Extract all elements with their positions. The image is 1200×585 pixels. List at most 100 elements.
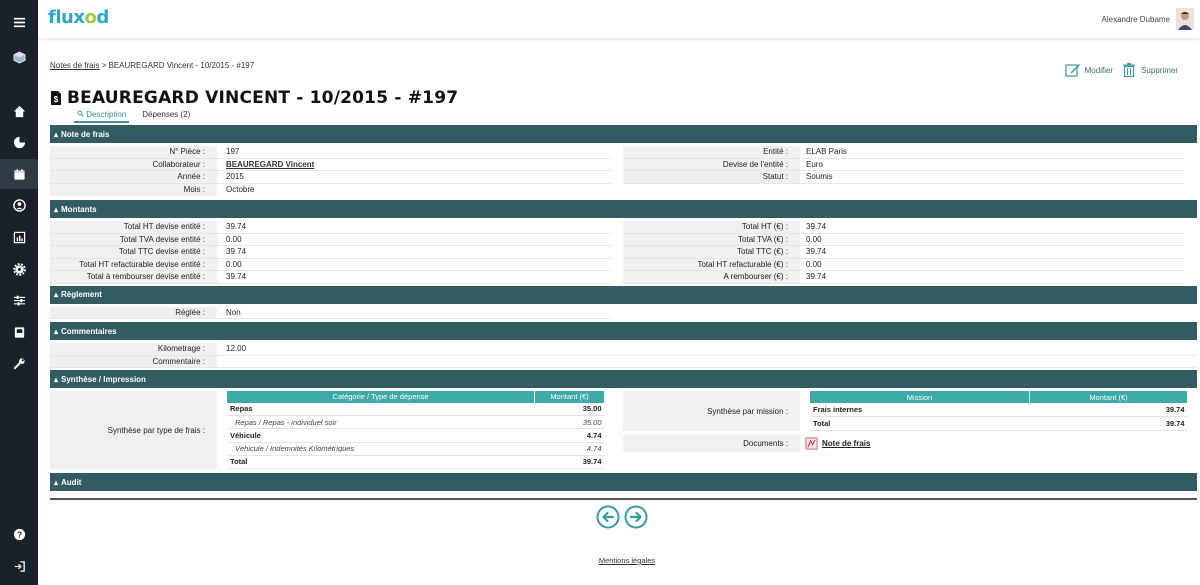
cube-icon[interactable]: [0, 42, 38, 72]
field-value: 197: [226, 147, 240, 157]
table-cell: Repas / Repas - individuel soir: [227, 415, 535, 430]
wrench-icon[interactable]: [0, 348, 38, 378]
section-comments: Kilometrage : 12.00 Commentaire :: [50, 340, 1197, 370]
trash-icon: [1123, 63, 1136, 78]
field-label: Statut :: [623, 171, 800, 183]
field-row: Total à rembourser devise entité : 39.74: [50, 271, 611, 284]
field-label: Année :: [50, 171, 217, 183]
field-label: Total HT (€) :: [623, 221, 800, 233]
breadcrumb-current: BEAUREGARD Vincent - 10/2015 - #197: [108, 61, 255, 70]
record-navigation: [596, 505, 648, 529]
field-value: ELAB Paris: [806, 147, 847, 157]
field-row: Total HT refacturable (€) : 0.00: [623, 258, 1184, 271]
section-header-comments[interactable]: ▴ Commentaires: [50, 322, 1197, 340]
user-circle-icon[interactable]: [0, 190, 38, 220]
field-row: Total TVA (€) : 0.00: [623, 233, 1184, 246]
table-cell: Frais internes: [810, 403, 1030, 418]
page-title: BEAUREGARD VINCENT - 10/2015 - #197: [67, 88, 459, 108]
field-label: Total TTC devise entité :: [50, 246, 217, 258]
edit-button[interactable]: Modifier: [1065, 62, 1113, 78]
home-icon[interactable]: [0, 96, 38, 126]
table-cell: 39.74: [534, 455, 605, 470]
field-row: Total TTC devise entité : 39.74: [50, 246, 611, 259]
table-row: Total 39.74: [810, 416, 1188, 431]
caret-up-icon: ▴: [54, 204, 59, 214]
section-header-amounts[interactable]: ▴ Montants: [50, 200, 1197, 218]
delete-button[interactable]: Supprimer: [1121, 62, 1178, 78]
field-row: Devise de l'entité : Euro: [623, 158, 1184, 171]
field-label: Total TVA devise entité :: [50, 233, 217, 245]
table-cell: 39.74: [1029, 416, 1188, 431]
section-header-audit[interactable]: ▴ Audit: [50, 473, 1197, 491]
table-cell: 35.00: [534, 415, 605, 430]
field-label: Entité :: [623, 146, 800, 158]
caret-up-icon: ▴: [54, 477, 59, 487]
field-row: Mois : Octobre: [50, 183, 611, 196]
documents-label: Documents :: [623, 435, 800, 452]
app-logo[interactable]: fluxod: [48, 7, 109, 28]
svg-text:$: $: [54, 95, 59, 104]
section-header-note[interactable]: ▴ Note de frais: [50, 125, 1197, 143]
section-title-synthesis: Synthèse / Impression: [61, 374, 146, 384]
field-value: 0.00: [226, 234, 242, 244]
field-label: Total à rembourser devise entité :: [50, 271, 217, 283]
section-note: N° Pièce : 197 Collaborateur : BEAUREGARD …: [50, 143, 1197, 200]
pie-chart-icon[interactable]: [0, 127, 38, 157]
field-row: Total HT devise entité : 39.74: [50, 221, 611, 234]
documents-row: Documents : Note de frais: [623, 435, 1197, 452]
tab-expenses-label: Dépenses (2): [142, 110, 191, 119]
caret-up-icon: ▴: [54, 290, 59, 299]
document-link[interactable]: Note de frais: [805, 435, 870, 452]
synthesis-type-label: Synthèse par type de frais :: [50, 391, 217, 469]
user-name[interactable]: Alexandre Dubame: [1102, 15, 1170, 24]
field-row: Total HT (€) : 39.74: [623, 221, 1184, 234]
help-icon[interactable]: ?: [0, 519, 38, 549]
field-label: Kilometrage :: [50, 343, 217, 355]
table-header: Montant (€): [534, 391, 605, 403]
synthesis-mission-table: Mission Montant (€) Frais internes 39.74 …: [810, 391, 1188, 431]
table-header: Mission: [810, 391, 1030, 404]
field-label: N° Pièce :: [50, 146, 217, 158]
edit-icon: [1065, 64, 1080, 77]
section-title-audit: Audit: [61, 477, 82, 487]
section-settlement: Réglée : Non: [50, 304, 1197, 323]
actions: Modifier Supprimer: [1065, 62, 1178, 78]
table-header: Montant (€): [1029, 391, 1188, 404]
section-header-synthesis[interactable]: ▴ Synthèse / Impression: [50, 370, 1197, 388]
tab-expenses[interactable]: Dépenses (2): [139, 110, 193, 123]
menu-icon[interactable]: [0, 7, 38, 37]
field-label: Total HT refacturable devise entité :: [50, 258, 217, 270]
field-row: Collaborateur : BEAUREGARD Vincent: [50, 158, 611, 171]
gear-icon[interactable]: [0, 254, 38, 284]
collaborator-link[interactable]: BEAUREGARD Vincent: [217, 160, 611, 169]
section-title-comments: Commentaires: [61, 326, 117, 336]
breadcrumb-link[interactable]: Notes de frais: [50, 61, 99, 70]
calendar-icon[interactable]: [0, 159, 38, 189]
content: ▴ Note de frais N° Pièce : 197 Collaborat…: [50, 125, 1197, 491]
synthesis-mission-label: Synthèse par mission :: [623, 391, 800, 431]
edit-label: Modifier: [1084, 65, 1114, 75]
tab-description[interactable]: Description: [74, 110, 130, 123]
table-row: Repas 35.00: [227, 402, 605, 417]
section-header-settlement[interactable]: ▴ Règlement: [50, 285, 1197, 304]
legal-link[interactable]: Mentions légales: [0, 556, 1200, 565]
table-header: Catégorie / Type de dépense: [227, 391, 535, 403]
field-label: A rembourser (€) :: [623, 271, 800, 283]
section-title-note: Note de frais: [61, 129, 110, 139]
tabs: Description Dépenses (2): [74, 110, 193, 123]
field-value: 2015: [226, 172, 244, 182]
document-icon: $: [51, 91, 61, 105]
logo-text-flux: flux: [48, 7, 85, 28]
table-cell: 4.74: [534, 442, 605, 456]
field-value: Non: [226, 307, 241, 317]
sliders-icon[interactable]: [0, 285, 38, 315]
avatar[interactable]: [1176, 8, 1194, 30]
divider: [50, 498, 1197, 500]
field-value: 39.74: [226, 272, 247, 282]
chart-icon[interactable]: [0, 222, 38, 252]
field-value: Octobre: [226, 185, 255, 195]
book-icon[interactable]: [0, 317, 38, 347]
sidebar: ?: [0, 0, 38, 585]
next-arrow-icon[interactable]: [624, 505, 648, 529]
previous-arrow-icon[interactable]: [596, 505, 620, 529]
